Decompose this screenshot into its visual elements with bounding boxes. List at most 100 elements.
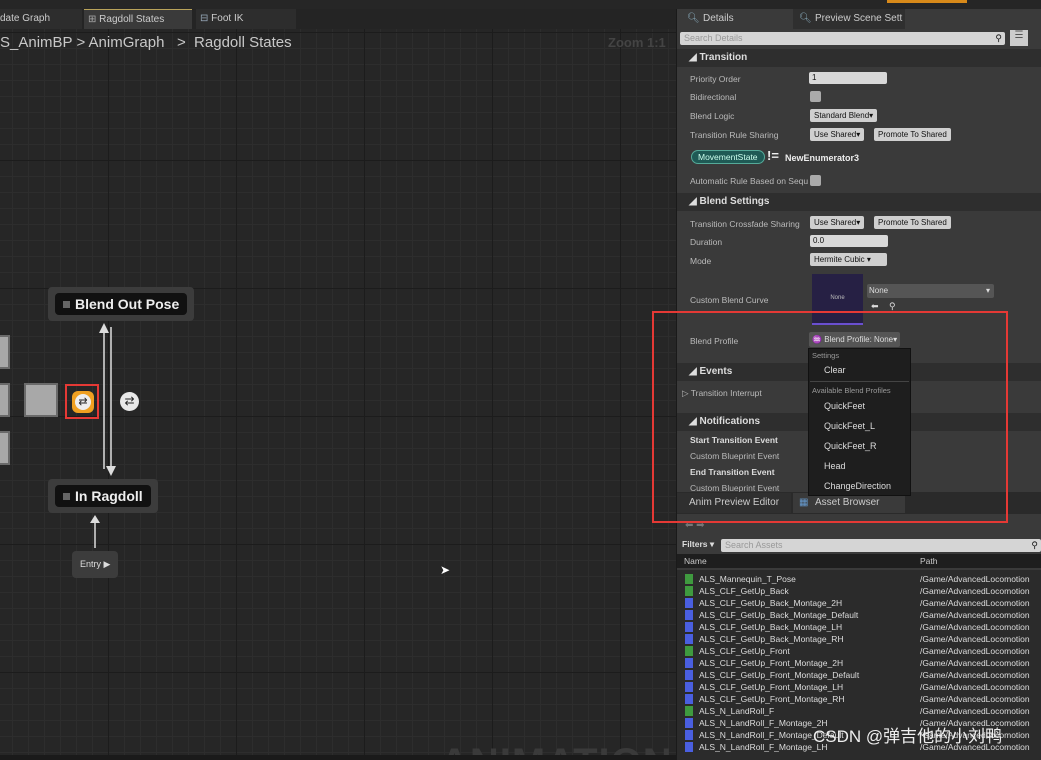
arrow-up-icon [90,515,100,523]
mode-dropdown[interactable]: Hermite Cubic ▾ [810,253,887,266]
rule-sharing-label: Transition Rule Sharing [690,130,779,140]
asset-row[interactable]: ALS_CLF_GetUp_Back_Montage_RH/Game/Advan… [685,633,1041,645]
blend-logic-label: Blend Logic [690,111,735,121]
section-transition[interactable]: ◢ Transition [677,49,1041,67]
search-assets-input[interactable]: Search Assets ⚲ [721,539,1041,552]
asset-row[interactable]: ALS_CLF_GetUp_Back_Montage_LH/Game/Advan… [685,621,1041,633]
transition-rule-icon-selected[interactable]: ⇄ [72,391,94,413]
graph-node-box[interactable] [0,383,10,417]
montage-asset-icon [685,718,693,728]
montage-asset-icon [685,658,693,668]
priority-order-label: Priority Order [690,74,741,84]
asset-row[interactable]: ALS_CLF_GetUp_Front_Montage_LH/Game/Adva… [685,681,1041,693]
graph-node-box[interactable] [0,431,10,465]
asset-row[interactable]: ALS_CLF_GetUp_Front_Montage_2H/Game/Adva… [685,657,1041,669]
tab-preview-scene-settings[interactable]: 🔍︎ Preview Scene Sett [793,9,905,29]
montage-asset-icon [685,634,693,644]
montage-asset-icon [685,694,693,704]
montage-asset-icon [685,742,693,752]
asset-row[interactable]: ALS_CLF_GetUp_Front/Game/AdvancedLocomot… [685,645,1041,657]
zoom-level: Zoom 1:1 [608,35,666,50]
swap-icon: ⇄ [75,394,91,410]
asset-row[interactable]: ALS_Mannequin_T_Pose/Game/AdvancedLocomo… [685,573,1041,585]
crossfade-use-shared-dropdown[interactable]: Use Shared▾ [810,216,865,229]
breadcrumb-ragdoll-states[interactable]: Ragdoll States [194,34,292,51]
tab-foot-ik[interactable]: ⊟ Foot IK [196,9,296,29]
asset-path: /Game/AdvancedLocomotion [920,694,1030,704]
asset-path: /Game/AdvancedLocomotion [920,598,1030,608]
asset-name: ALS_CLF_GetUp_Back_Montage_RH [699,634,844,644]
asset-name: ALS_CLF_GetUp_Front_Montage_LH [699,682,844,692]
csdn-watermark: CSDN @弹吉他的小刘鸭 [813,727,1003,746]
arrow-up-icon [99,323,109,333]
auto-rule-label: Automatic Rule Based on Sequ [690,176,809,186]
montage-asset-icon [685,670,693,680]
breadcrumb-separator: > [176,34,186,51]
blend-logic-dropdown[interactable]: Standard Blend▾ [810,109,878,122]
tab-label: Details [703,13,734,24]
asset-name: ALS_CLF_GetUp_Front [699,646,790,656]
graph-watermark: ANIMATION [440,741,673,755]
promote-to-shared-button[interactable]: Promote To Shared [874,128,951,141]
tab-details[interactable]: 🔍︎ Details [681,9,791,29]
column-name[interactable]: Name [684,554,707,568]
auto-rule-checkbox[interactable] [810,175,821,186]
search-icon: ⚲ [995,33,1002,43]
asset-path: /Game/AdvancedLocomotion [920,646,1030,656]
title-bar [0,0,1041,9]
enum-value: NewEnumerator3 [785,153,860,163]
transition-wires [90,323,116,548]
variable-pill[interactable]: MovementState [691,150,765,164]
breadcrumb-root[interactable]: S_AnimBP [0,34,72,51]
asset-name: ALS_CLF_GetUp_Front_Montage_Default [699,670,860,680]
asset-name: ALS_Mannequin_T_Pose [699,574,796,584]
transition-rule-icon[interactable]: ⇄ [120,392,139,411]
asset-name: ALS_CLF_GetUp_Back_Montage_2H [699,598,843,608]
asset-path: /Game/AdvancedLocomotion [920,670,1030,680]
asset-table-header: Name Path [677,554,1041,568]
asset-path: /Game/AdvancedLocomotion [920,586,1030,596]
search-icon: ⚲ [1031,540,1038,550]
asset-row[interactable]: ALS_CLF_GetUp_Back_Montage_Default/Game/… [685,609,1041,621]
asset-row[interactable]: ALS_CLF_GetUp_Back/Game/AdvancedLocomoti… [685,585,1041,597]
curve-asset-dropdown[interactable]: None ▾ [867,284,994,298]
graph-node-box[interactable] [0,335,10,369]
tab-ragdoll-states[interactable]: ⊞ Ragdoll States [84,9,192,29]
tab-label: date Graph [0,13,51,24]
tab-update-graph[interactable]: date Graph [0,9,82,29]
asset-name: ALS_CLF_GetUp_Back_Montage_Default [699,610,859,620]
column-path[interactable]: Path [920,554,938,568]
custom-blend-curve-label: Custom Blend Curve [690,295,769,305]
search-details-input[interactable]: Search Details ⚲ [680,32,1005,45]
asset-name: ALS_N_LandRoll_F_Montage_LH [699,742,828,752]
details-icon: 🔍︎ [687,13,700,24]
asset-row[interactable]: ALS_N_LandRoll_F/Game/AdvancedLocomotion [685,705,1041,717]
section-blend-settings[interactable]: ◢ Blend Settings [677,193,1041,211]
use-shared-dropdown[interactable]: Use Shared▾ [810,128,865,141]
priority-order-input[interactable]: 1 [809,72,887,84]
duration-input[interactable]: 0.0 [810,235,888,247]
bidirectional-checkbox[interactable] [810,91,821,102]
bidirectional-label: Bidirectional [690,92,737,102]
montage-asset-icon [685,682,693,692]
highlight-box [652,311,1008,523]
asset-row[interactable]: ALS_CLF_GetUp_Back_Montage_2H/Game/Advan… [685,597,1041,609]
view-options-icon[interactable]: ☰ [1010,30,1028,46]
asset-row[interactable]: ALS_CLF_GetUp_Front_Montage_RH/Game/Adva… [685,693,1041,705]
arrow-down-icon [106,466,116,476]
asset-name: ALS_CLF_GetUp_Back_Montage_LH [699,622,843,632]
asset-name: ALS_N_LandRoll_F [699,706,775,716]
breadcrumb-animgraph[interactable]: AnimGraph [89,34,165,51]
graph-canvas[interactable]: Blend Out Pose In Ragdoll Entry ▶ ⇄ ⇄ ➤ … [0,29,676,755]
asset-row[interactable]: ALS_CLF_GetUp_Front_Montage_Default/Game… [685,669,1041,681]
montage-asset-icon [685,730,693,740]
tab-label: Preview Scene Sett [815,13,903,24]
montage-asset-icon [685,622,693,632]
asset-path: /Game/AdvancedLocomotion [920,622,1030,632]
animation-asset-icon [685,574,693,584]
animation-asset-icon [685,706,693,716]
crossfade-promote-button[interactable]: Promote To Shared [874,216,951,229]
graph-node-box[interactable] [24,383,58,417]
asset-path: /Game/AdvancedLocomotion [920,658,1030,668]
filters-dropdown[interactable]: Filters ▾ [682,539,714,550]
